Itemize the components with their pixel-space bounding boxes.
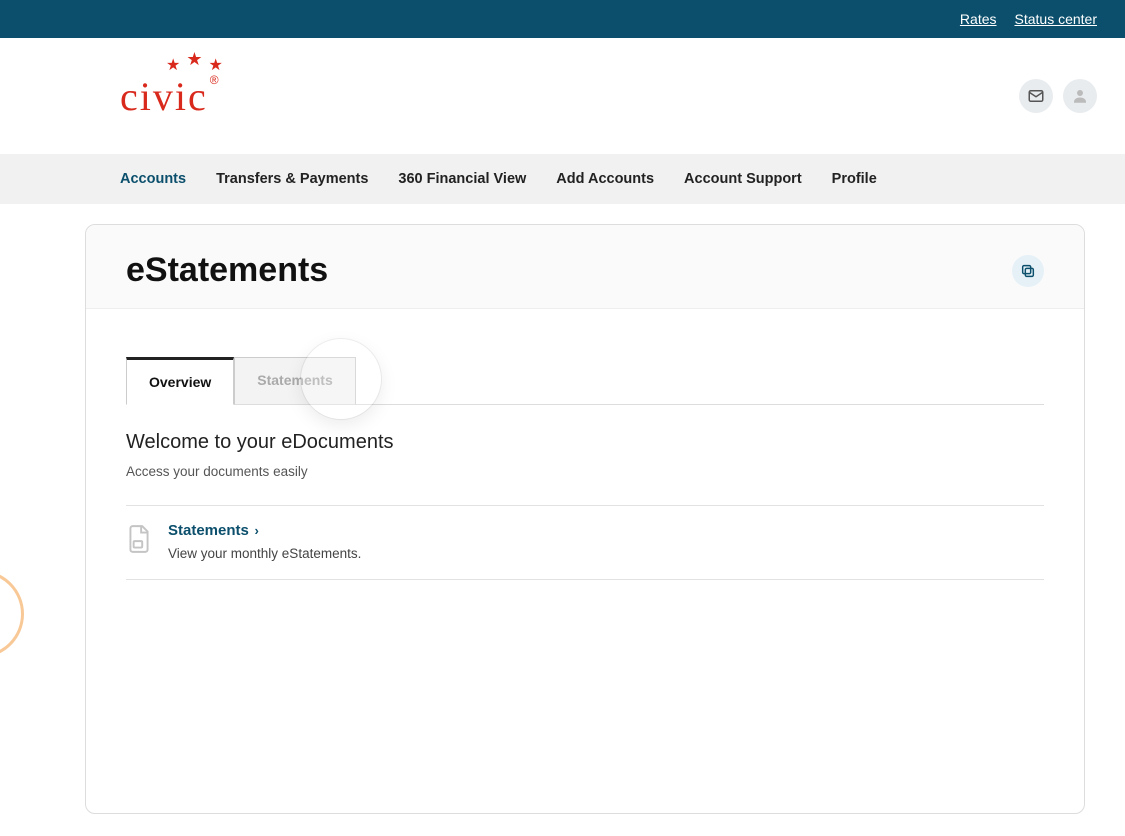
nav-account-support[interactable]: Account Support	[684, 171, 802, 187]
rates-link[interactable]: Rates	[960, 11, 997, 27]
site-header: ★★★ civic®	[0, 38, 1125, 154]
welcome-subtext: Access your documents easily	[126, 464, 1044, 479]
statements-link[interactable]: Statements ›	[168, 522, 259, 539]
status-center-link[interactable]: Status center	[1015, 11, 1098, 27]
page-title: eStatements	[126, 251, 328, 290]
nav-accounts[interactable]: Accounts	[120, 171, 186, 187]
tab-statements[interactable]: Statements	[234, 357, 355, 405]
tab-overview[interactable]: Overview	[126, 357, 234, 405]
statements-description: View your monthly eStatements.	[168, 546, 361, 561]
mail-icon[interactable]	[1019, 79, 1053, 113]
primary-nav: Accounts Transfers & Payments 360 Financ…	[0, 154, 1125, 204]
document-icon	[126, 524, 152, 559]
nav-transfers[interactable]: Transfers & Payments	[216, 171, 368, 187]
logo-stars-icon: ★★★	[166, 55, 223, 76]
nav-add-accounts[interactable]: Add Accounts	[556, 171, 654, 187]
brand-logo[interactable]: ★★★ civic®	[120, 73, 219, 120]
nav-360[interactable]: 360 Financial View	[398, 171, 526, 187]
utility-bar: Rates Status center	[0, 0, 1125, 38]
nav-profile[interactable]: Profile	[832, 171, 877, 187]
statements-row: Statements › View your monthly eStatemen…	[126, 506, 1044, 580]
welcome-heading: Welcome to your eDocuments	[126, 431, 1044, 454]
profile-icon[interactable]	[1063, 79, 1097, 113]
estatements-card: eStatements Overview Statements Welcome …	[85, 224, 1085, 814]
copy-icon[interactable]	[1012, 255, 1044, 287]
